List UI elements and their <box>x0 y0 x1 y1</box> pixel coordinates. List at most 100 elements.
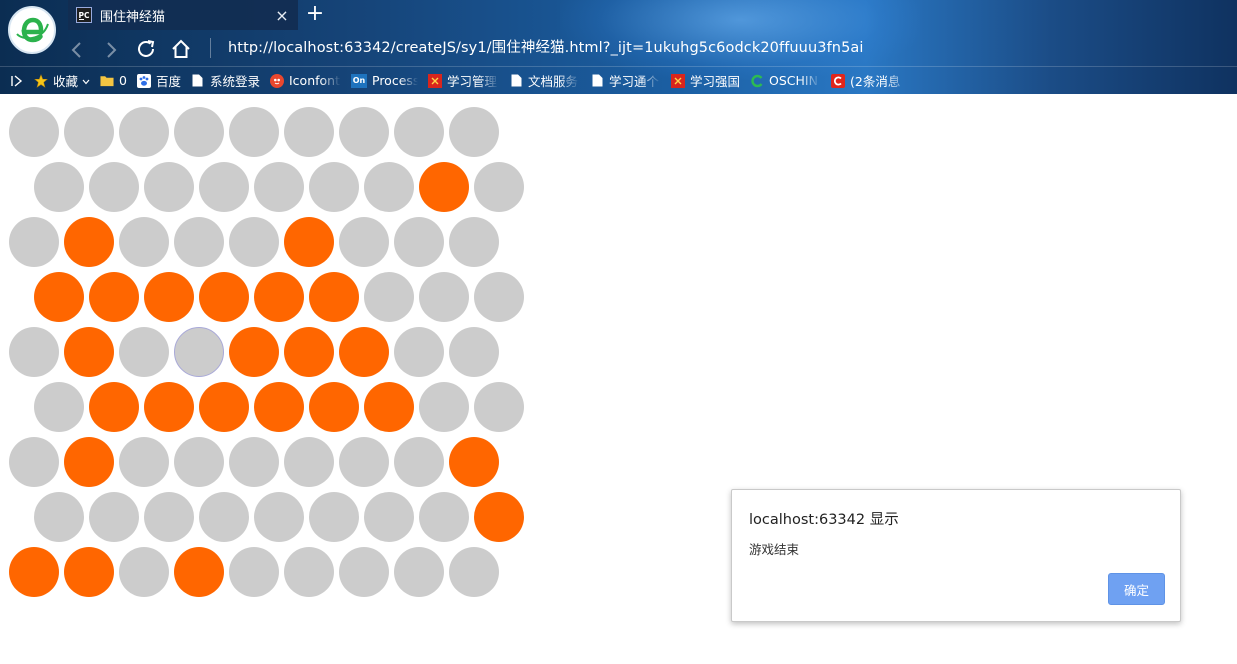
empty-circle[interactable] <box>474 382 524 432</box>
blocked-circle[interactable] <box>229 327 279 377</box>
empty-circle[interactable] <box>254 492 304 542</box>
empty-circle[interactable] <box>119 437 169 487</box>
empty-circle[interactable] <box>89 162 139 212</box>
empty-circle[interactable] <box>339 437 389 487</box>
empty-circle[interactable] <box>229 217 279 267</box>
empty-circle[interactable] <box>309 162 359 212</box>
empty-circle[interactable] <box>229 437 279 487</box>
empty-circle[interactable] <box>474 272 524 322</box>
blocked-circle[interactable] <box>34 272 84 322</box>
empty-circle[interactable] <box>64 107 114 157</box>
bookmark-system-login[interactable]: 系统登录 <box>191 71 260 90</box>
blocked-circle[interactable] <box>144 382 194 432</box>
empty-circle[interactable] <box>364 272 414 322</box>
blocked-circle[interactable] <box>254 382 304 432</box>
empty-circle[interactable] <box>9 437 59 487</box>
empty-circle[interactable] <box>364 162 414 212</box>
blocked-circle[interactable] <box>144 272 194 322</box>
empty-circle[interactable] <box>394 327 444 377</box>
empty-circle[interactable] <box>419 382 469 432</box>
empty-circle[interactable] <box>339 547 389 597</box>
empty-circle[interactable] <box>144 162 194 212</box>
reload-icon[interactable] <box>133 36 159 62</box>
blocked-circle[interactable] <box>339 327 389 377</box>
empty-circle[interactable] <box>364 492 414 542</box>
empty-circle[interactable] <box>254 162 304 212</box>
blocked-circle[interactable] <box>89 382 139 432</box>
empty-circle[interactable] <box>119 547 169 597</box>
home-icon[interactable] <box>168 36 194 62</box>
empty-circle[interactable] <box>34 382 84 432</box>
bookmark-csdn[interactable]: (2条消息 <box>831 71 910 90</box>
empty-circle[interactable] <box>34 492 84 542</box>
empty-circle[interactable] <box>419 492 469 542</box>
empty-circle[interactable] <box>449 217 499 267</box>
empty-circle[interactable] <box>174 217 224 267</box>
bookmark-oschina[interactable]: OSCHIN <box>750 73 821 88</box>
empty-circle[interactable] <box>119 107 169 157</box>
empty-circle[interactable] <box>199 492 249 542</box>
blocked-circle[interactable] <box>309 382 359 432</box>
blocked-circle[interactable] <box>364 382 414 432</box>
empty-circle[interactable] <box>89 492 139 542</box>
empty-circle[interactable] <box>174 107 224 157</box>
bookmark-processon[interactable]: On Process <box>351 73 418 88</box>
blocked-circle[interactable] <box>254 272 304 322</box>
bookmark-xuexiqiangguo[interactable]: 学习强国 <box>671 71 740 90</box>
new-tab-button[interactable]: + <box>303 2 327 28</box>
ok-button[interactable]: 确定 <box>1108 573 1165 605</box>
bookmark-xuexitong[interactable]: 学习通个 <box>590 71 661 90</box>
blocked-circle[interactable] <box>419 162 469 212</box>
blocked-circle[interactable] <box>474 492 524 542</box>
blocked-circle[interactable] <box>9 547 59 597</box>
empty-circle[interactable] <box>229 547 279 597</box>
empty-circle[interactable] <box>309 492 359 542</box>
bookmark-folder[interactable]: 0 <box>100 73 127 88</box>
empty-circle[interactable] <box>394 437 444 487</box>
forward-arrow-icon[interactable] <box>98 37 124 63</box>
blocked-circle[interactable] <box>64 437 114 487</box>
address-bar[interactable]: http://localhost:63342/createJS/sy1/围住神经… <box>228 36 928 60</box>
empty-circle[interactable] <box>339 217 389 267</box>
blocked-circle[interactable] <box>284 217 334 267</box>
empty-circle[interactable] <box>474 162 524 212</box>
blocked-circle[interactable] <box>174 547 224 597</box>
empty-circle[interactable] <box>394 217 444 267</box>
empty-circle[interactable] <box>119 327 169 377</box>
bookmark-favorites[interactable]: 收藏 <box>34 71 90 90</box>
empty-circle[interactable] <box>144 492 194 542</box>
empty-circle[interactable] <box>284 107 334 157</box>
empty-circle[interactable] <box>449 547 499 597</box>
browser-tab-active[interactable]: PC 围住神经猫 × <box>68 0 298 30</box>
bookmark-study-manage[interactable]: 学习管理 <box>428 71 499 90</box>
empty-circle[interactable] <box>9 327 59 377</box>
empty-circle[interactable] <box>284 437 334 487</box>
empty-circle[interactable] <box>394 547 444 597</box>
empty-circle[interactable] <box>9 217 59 267</box>
empty-circle[interactable] <box>339 107 389 157</box>
cat-position-cell[interactable] <box>174 327 224 377</box>
blocked-circle[interactable] <box>199 382 249 432</box>
empty-circle[interactable] <box>284 547 334 597</box>
empty-circle[interactable] <box>419 272 469 322</box>
blocked-circle[interactable] <box>64 327 114 377</box>
blocked-circle[interactable] <box>449 437 499 487</box>
sidebar-toggle-icon[interactable] <box>0 67 34 95</box>
blocked-circle[interactable] <box>64 547 114 597</box>
empty-circle[interactable] <box>449 107 499 157</box>
empty-circle[interactable] <box>449 327 499 377</box>
blocked-circle[interactable] <box>284 327 334 377</box>
tab-close-icon[interactable]: × <box>272 6 292 25</box>
empty-circle[interactable] <box>174 437 224 487</box>
blocked-circle[interactable] <box>309 272 359 322</box>
blocked-circle[interactable] <box>64 217 114 267</box>
empty-circle[interactable] <box>199 162 249 212</box>
bookmark-baidu[interactable]: 百度 <box>136 71 181 90</box>
bookmark-doc-service[interactable]: 文档服务 <box>509 71 580 90</box>
back-arrow-icon[interactable] <box>64 37 90 63</box>
bookmark-iconfont[interactable]: Iconfont <box>270 73 341 88</box>
empty-circle[interactable] <box>229 107 279 157</box>
empty-circle[interactable] <box>34 162 84 212</box>
empty-circle[interactable] <box>9 107 59 157</box>
empty-circle[interactable] <box>119 217 169 267</box>
